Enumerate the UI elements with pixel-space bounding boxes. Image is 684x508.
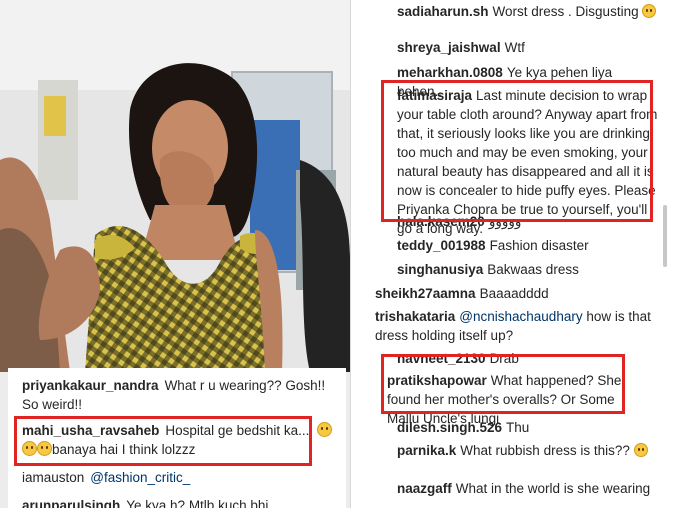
comment: shreya_jaishwal Wtf [397,38,659,57]
comment: dilesh.singh.526 Thu [397,418,659,437]
comment: iamauston @fashion_critic_ [8,468,346,487]
comment-text: Worst dress . Disgusting [492,4,639,19]
comment-text: Fashion disaster [489,238,589,253]
comment-username[interactable]: singhanusiya [397,262,483,277]
grinning-sweat-emoji-icon [316,422,332,437]
comment-text: Baaaadddd [479,286,549,301]
comment-username[interactable]: arunparulsingh [22,498,120,508]
comment: trishakataria @ncnishachaudhary how is th… [375,307,665,345]
comment-text: Wtf [504,40,525,55]
highlight-box [381,354,625,414]
comment-text: Bakwaas dress [487,262,579,277]
comment-username[interactable]: iamauston [22,470,84,485]
comment-username[interactable]: teddy_001988 [397,238,486,253]
comment-text: What in the world is she wearing [455,481,651,496]
comment: arunparulsingh Ye kya h? Mtlb kuch bhi [8,496,346,508]
comment-username[interactable]: shreya_jaishwal [397,40,501,55]
confounded-emoji-icon [642,4,657,18]
mention-link[interactable]: @ncnishachaudhary [459,309,582,324]
comment-username[interactable]: naazgaff [397,481,452,496]
astonished-emoji-icon [633,443,648,457]
scrollbar-thumb[interactable] [663,205,667,267]
comment: singhanusiya Bakwaas dress [397,260,659,279]
comment-username[interactable]: meharkhan.0808 [397,65,503,80]
comment-username[interactable]: dilesh.singh.526 [397,420,502,435]
comment-text: Ye kya h? Mtlb kuch bhi [126,498,269,508]
comment-text: What rubbish dress is this?? [460,443,630,458]
comment: priyankakaur_nandra What r u wearing?? Go… [8,376,346,414]
highlight-box [14,416,312,466]
highlight-box [381,80,653,222]
comment: parnika.k What rubbish dress is this?? [397,441,659,460]
comment-text: Thu [506,420,530,435]
celebrity-photo [0,0,350,372]
photo-illustration [0,0,350,372]
comment: sadiaharun.sh Worst dress . Disgusting [397,2,659,21]
comment-username[interactable]: sheikh27aamna [375,286,476,301]
comment-username[interactable]: trishakataria [375,309,455,324]
comment: teddy_001988 Fashion disaster [397,236,659,255]
comment-username[interactable]: sadiaharun.sh [397,4,489,19]
comment: sheikh27aamna Baaaadddd [375,284,637,303]
comment-username[interactable]: priyankakaur_nandra [22,378,159,393]
comment: naazgaff What in the world is she wearing [397,479,659,498]
scrollbar[interactable] [660,0,670,508]
comment-username[interactable]: parnika.k [397,443,456,458]
mention-link[interactable]: @fashion_critic_ [90,470,190,485]
right-comments-panel: sadiaharun.sh Worst dress . Disgusting sh… [350,0,684,508]
left-panel: priyankakaur_nandra What r u wearing?? Go… [0,0,350,508]
